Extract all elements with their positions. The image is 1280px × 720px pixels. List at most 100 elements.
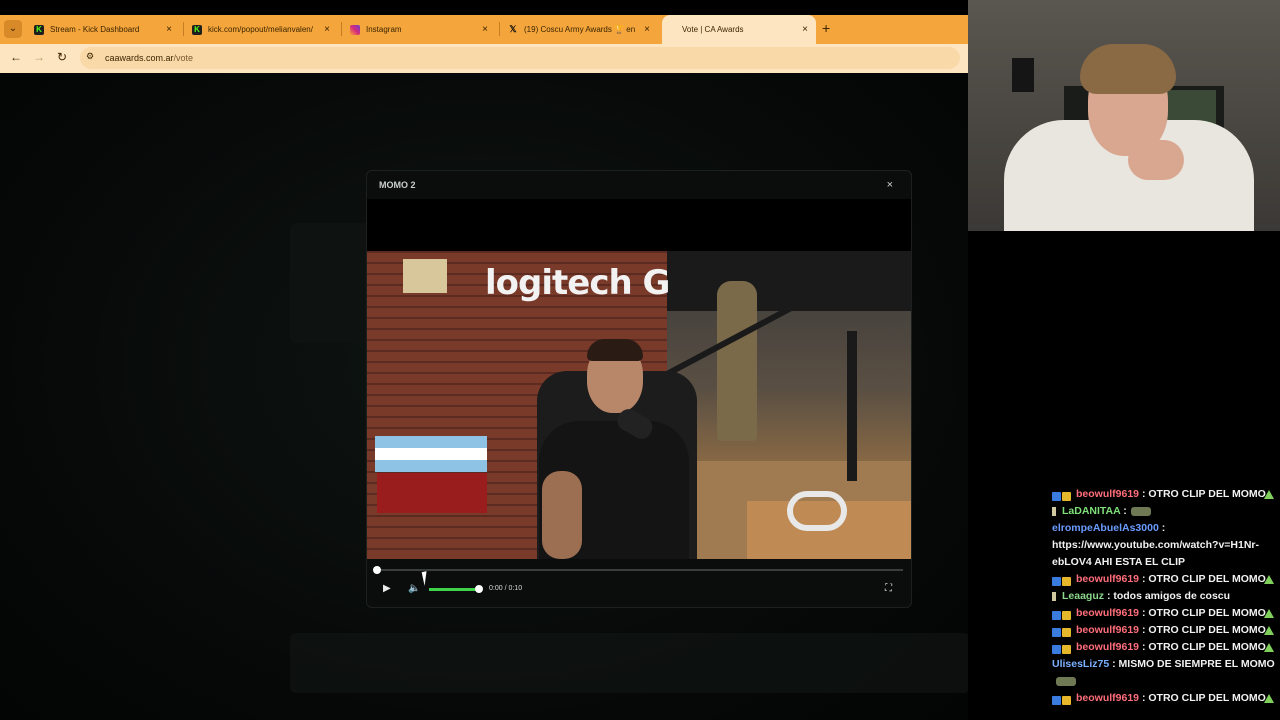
chat-username[interactable]: beowulf9619 — [1076, 607, 1139, 619]
chat-message: beowulf9619 : OTRO CLIP DEL MOMO — [1044, 486, 1280, 503]
chat-message: UlisesLiz75 : MISMO DE SIEMPRE EL MOMO — [1044, 656, 1280, 690]
chat-message: beowulf9619 : OTRO CLIP DEL MOMO — [1044, 622, 1280, 639]
tab-kick-popout[interactable]: K kick.com/popout/melianvalen/ × — [184, 15, 338, 44]
chat-username[interactable]: UlisesLiz75 — [1052, 658, 1109, 670]
badge-icon — [1052, 506, 1056, 516]
video-plaque — [403, 259, 447, 293]
tab-label: Vote | CA Awards — [682, 25, 744, 34]
reload-button[interactable]: ↻ — [57, 50, 67, 64]
volume-slider[interactable] — [429, 588, 479, 591]
modal-title: MOMO 2 — [379, 180, 416, 190]
video-figure — [717, 281, 757, 441]
video-ceiling — [667, 251, 911, 311]
seek-thumb[interactable] — [373, 566, 381, 574]
chat-text: : OTRO CLIP DEL MOMO — [1141, 573, 1266, 585]
chat-username[interactable]: beowulf9619 — [1076, 692, 1139, 704]
chat-text: : OTRO CLIP DEL MOMO — [1141, 488, 1266, 500]
close-tab-icon[interactable]: × — [166, 24, 172, 35]
chat-message: elrompeAbuelAs3000 : — [1044, 520, 1280, 537]
close-tab-icon[interactable]: × — [802, 24, 808, 35]
video-person-hair — [587, 339, 643, 361]
chat-text: : MISMO DE SIEMPRE EL MOMO — [1112, 658, 1275, 670]
volume-thumb[interactable] — [475, 585, 483, 593]
webcam-overlay — [968, 0, 1280, 231]
video-flag — [375, 436, 487, 472]
chat-emote-icon — [1130, 506, 1151, 516]
close-modal-button[interactable]: × — [887, 179, 893, 191]
chat-text: : OTRO CLIP DEL MOMO — [1141, 641, 1266, 653]
instagram-icon — [350, 24, 360, 35]
tab-label: Instagram — [366, 25, 402, 34]
new-tab-button[interactable]: + — [822, 20, 830, 36]
video-logo-sign: logitech G — [485, 263, 670, 303]
time-display: 0:00 / 0:10 — [489, 585, 523, 592]
video-player[interactable]: logitech G — [367, 251, 911, 559]
chat-message: beowulf9619 : OTRO CLIP DEL MOMO — [1044, 571, 1280, 588]
subscriber-badge-icon — [1052, 643, 1074, 654]
close-tab-icon[interactable]: × — [482, 24, 488, 35]
chat-username[interactable]: beowulf9619 — [1076, 624, 1139, 636]
x-icon: 𝕏 — [509, 24, 517, 34]
volume-icon[interactable]: 🔈 — [408, 583, 420, 594]
chat-message: beowulf9619 : OTRO CLIP DEL MOMO — [1044, 690, 1280, 707]
volume-fill — [429, 588, 479, 591]
chat-message: https://www.youtube.com/watch?v=H1Nr-ebL… — [1044, 537, 1280, 571]
kick-icon: K — [34, 24, 44, 35]
tab-x-coscu[interactable]: 𝕏 (19) Coscu Army Awards 🏆 en × — [500, 15, 658, 44]
fullscreen-button[interactable]: ⛶ — [885, 583, 892, 594]
tab-search-button[interactable]: ⌄ — [4, 20, 22, 38]
subscriber-badge-icon — [1052, 575, 1074, 586]
chat-username[interactable]: LaDANITAA — [1062, 505, 1120, 517]
tab-label: Stream - Kick Dashboard — [50, 25, 140, 34]
chat-username[interactable]: elrompeAbuelAs3000 — [1052, 522, 1159, 534]
chat-message: LaDANITAA : — [1044, 503, 1280, 520]
chat-username[interactable]: beowulf9619 — [1076, 488, 1139, 500]
chat-username[interactable]: Leaaguz — [1062, 590, 1104, 602]
close-tab-icon[interactable]: × — [644, 24, 650, 35]
subscriber-badge-icon — [1052, 490, 1074, 501]
chat-text: : OTRO CLIP DEL MOMO — [1141, 624, 1266, 636]
video-headset — [787, 491, 847, 531]
close-tab-icon[interactable]: × — [324, 24, 330, 35]
seek-bar[interactable] — [377, 569, 903, 571]
forward-button[interactable]: → — [33, 50, 45, 64]
chat-text: : — [1123, 505, 1127, 517]
chat-message: Leaaguz : todos amigos de coscu — [1044, 588, 1280, 605]
chat-text: : — [1161, 522, 1166, 534]
url-path: /vote — [173, 53, 194, 63]
chat-overlay: beowulf9619 : OTRO CLIP DEL MOMO LaDANITA… — [1044, 486, 1280, 720]
subscriber-badge-icon — [1052, 609, 1074, 620]
chat-emote-icon — [1056, 676, 1076, 686]
chat-message: beowulf9619 : OTRO CLIP DEL MOMO — [1044, 605, 1280, 622]
subscriber-badge-icon — [1052, 694, 1074, 705]
chat-message: beowulf9619 : OTRO CLIP DEL MOMO — [1044, 639, 1280, 656]
kick-icon: K — [192, 24, 202, 35]
tab-kick-dashboard[interactable]: K Stream - Kick Dashboard × — [26, 15, 180, 44]
chat-text: : OTRO CLIP DEL MOMO — [1141, 607, 1266, 619]
video-person-arm — [542, 471, 582, 559]
chat-text: https://www.youtube.com/watch?v=H1Nr-ebL… — [1052, 539, 1260, 568]
tab-label: (19) Coscu Army Awards 🏆 en — [524, 25, 636, 34]
url-text[interactable]: caawards.com.ar/vote — [105, 53, 193, 63]
url-input[interactable] — [80, 47, 960, 69]
chat-username[interactable]: beowulf9619 — [1076, 573, 1139, 585]
site-info-icon[interactable]: ⚙ — [86, 51, 94, 62]
video-shelf — [377, 473, 487, 513]
chat-text: : todos amigos de coscu — [1106, 590, 1231, 602]
chat-username[interactable]: beowulf9619 — [1076, 641, 1139, 653]
chat-text: : OTRO CLIP DEL MOMO — [1141, 692, 1266, 704]
tab-vote-ca-awards[interactable]: Vote | CA Awards × — [662, 15, 816, 44]
subscriber-badge-icon — [1052, 626, 1074, 637]
tab-instagram[interactable]: Instagram × — [342, 15, 496, 44]
webcam-person-hair — [1080, 44, 1176, 94]
url-domain: caawards.com.ar — [105, 53, 174, 63]
back-button[interactable]: ← — [10, 50, 22, 64]
webcam-poster — [1012, 58, 1034, 92]
badge-icon — [1052, 591, 1056, 601]
video-mic-stand — [847, 331, 857, 481]
tab-label: kick.com/popout/melianvalen/ — [208, 25, 313, 34]
video-modal: MOMO 2 × logitech G ▶ 🔈 0:00 / 0:10 ⛶ — [366, 170, 912, 608]
play-button[interactable]: ▶ — [383, 583, 391, 594]
background-card — [290, 633, 968, 693]
webcam-person-hand — [1128, 140, 1184, 180]
